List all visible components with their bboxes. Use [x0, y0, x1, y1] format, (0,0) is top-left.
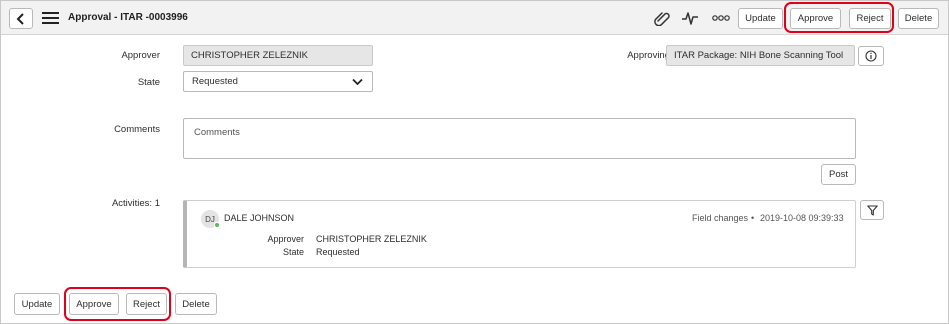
hamburger-menu-icon[interactable]	[42, 11, 59, 25]
approving-info-button[interactable]	[858, 46, 884, 66]
approver-field: CHRISTOPHER ZELEZNIK	[183, 45, 373, 66]
comments-label: Comments	[114, 124, 160, 135]
activity-card: DJ DALE JOHNSON Field changes • 2019-10-…	[183, 200, 856, 268]
activity-field-value: CHRISTOPHER ZELEZNIK	[316, 234, 427, 244]
activity-field-value: Requested	[316, 247, 360, 257]
highlight-box-header	[784, 2, 894, 33]
activity-filter-button[interactable]	[860, 200, 884, 220]
approving-field: ITAR Package: NIH Bone Scanning Tool	[666, 45, 855, 66]
activity-field-name: Approver	[267, 234, 304, 244]
state-label: State	[137, 77, 160, 88]
approving-label: Approving	[627, 50, 670, 61]
approver-label: Approver	[121, 50, 160, 61]
header-update-button[interactable]: Update	[738, 8, 783, 29]
activity-separator: •	[751, 213, 755, 223]
header-delete-button[interactable]: Delete	[898, 8, 939, 29]
footer-update-button[interactable]: Update	[14, 293, 60, 315]
activity-field-name: State	[282, 247, 304, 257]
activity-type: Field changes	[692, 213, 749, 223]
filter-icon	[866, 204, 878, 216]
info-icon	[865, 50, 877, 62]
highlight-box-footer	[64, 287, 171, 321]
presence-indicator	[214, 222, 220, 228]
back-button[interactable]	[9, 8, 33, 29]
chevron-left-icon	[16, 12, 24, 25]
post-button[interactable]: Post	[821, 164, 856, 185]
paperclip-icon[interactable]	[654, 10, 672, 26]
state-selected-value: Requested	[192, 76, 238, 87]
activity-timestamp: 2019-10-08 09:39:33	[760, 213, 844, 223]
activities-label: Activities: 1	[111, 198, 160, 209]
comments-input[interactable]: Comments	[183, 118, 856, 159]
footer-delete-button[interactable]: Delete	[175, 293, 217, 315]
state-select[interactable]: Requested	[183, 71, 373, 92]
activity-stream-icon[interactable]	[681, 10, 699, 26]
activity-user-name: DALE JOHNSON	[224, 213, 295, 223]
page-title: Approval - ITAR -0003996	[68, 12, 188, 23]
chevron-down-icon	[352, 78, 363, 86]
more-options-icon[interactable]	[712, 14, 730, 22]
